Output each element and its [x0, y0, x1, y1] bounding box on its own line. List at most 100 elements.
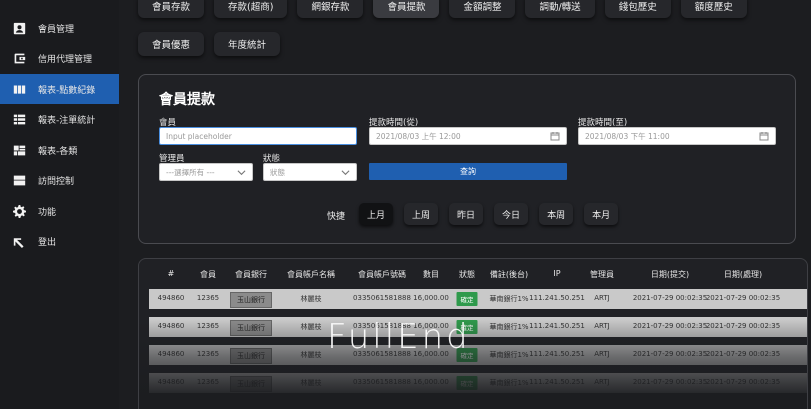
sidebar-item-label: 報表-注單統計 — [38, 116, 96, 126]
column-header[interactable]: 狀態 — [459, 269, 475, 280]
column-header[interactable]: 會員帳戶號碼 — [358, 269, 406, 280]
quick-button-5[interactable]: 本月 — [584, 203, 619, 225]
table-cell: 111.241.50.251 — [529, 378, 585, 386]
sidebar-item-access-control[interactable]: 訪問控制 — [0, 166, 119, 196]
status-select-value: 狀態 — [270, 167, 285, 177]
tab-row1-6[interactable]: 錢包歷史 — [604, 0, 671, 18]
sidebar-item-points-report[interactable]: 報表-點數紀錄 — [0, 74, 119, 104]
manager-select-value: ---選擇所有 --- — [166, 167, 215, 177]
sidebar-item-misc-report[interactable]: 報表-各類 — [0, 135, 119, 165]
tab-row1-4[interactable]: 金額調整 — [449, 0, 516, 18]
column-header[interactable]: 會員 — [200, 269, 216, 280]
withdrawal-filter-card: 會員提款 會員 Input placeholder 提款時間(從) 2021/0… — [138, 74, 796, 244]
column-header[interactable]: 日期(處理) — [724, 269, 762, 280]
tab-row1-7[interactable]: 額度歷史 — [680, 0, 747, 18]
table-cell: ARTJ — [594, 378, 610, 386]
quick-button-4[interactable]: 本周 — [539, 203, 574, 225]
grid-icon — [12, 143, 26, 157]
table-cell: 林麗枝 — [300, 351, 322, 359]
column-header[interactable]: # — [168, 269, 175, 278]
quick-select-label: 快捷 — [327, 212, 346, 222]
table-row[interactable]: 494860 12365 玉山銀行 林麗枝 0335061581888 16,000.00… — [149, 373, 807, 393]
table-cell: 111.241.50.251 — [529, 350, 585, 358]
tab-row2-1[interactable]: 年度統計 — [214, 32, 281, 56]
table-cell: 0335061581888 — [353, 294, 411, 302]
column-header[interactable]: 備註(後台) — [490, 269, 528, 280]
quick-button-0[interactable]: 上月 — [359, 203, 394, 225]
quick-button-2[interactable]: 昨日 — [449, 203, 484, 225]
table-cell: 494860 — [157, 378, 185, 386]
wallet-icon — [12, 52, 26, 66]
table-cell: 12365 — [196, 378, 220, 386]
column-header[interactable]: 會員帳戶名稱 — [287, 269, 335, 280]
tab-row1-1[interactable]: 存款(超商) — [214, 0, 288, 18]
table-cell: ARTJ — [594, 322, 610, 330]
table-cell: 12365 — [196, 322, 220, 330]
page-title: 會員提款 — [159, 92, 215, 108]
tab-row: 會員優惠 年度統計 — [138, 32, 811, 56]
status-select[interactable]: 狀態 — [263, 163, 357, 181]
tab-bar: 會員存款 存款(超商) 網銀存款 會員提款 金額調整 調動/轉送 錢包歷史 額度歷史 會員優惠… — [138, 0, 811, 70]
query-button[interactable]: 查詢 — [369, 163, 567, 180]
sidebar-item-credit-agent[interactable]: 信用代理管理 — [0, 44, 119, 74]
bank-badge: 玉山銀行 — [230, 320, 272, 336]
table-cell: 2021-07-29 00:02:35 — [705, 322, 781, 330]
table-cell: 111.241.50.251 — [529, 294, 585, 302]
chevron-down-icon — [237, 170, 246, 176]
sidebar-item-label: 登出 — [38, 238, 57, 248]
sidebar-item-logout[interactable]: 登出 — [0, 227, 119, 257]
watermark-text: FullEnd — [327, 317, 471, 357]
end-time-value: 2021/08/03 下午 11:00 — [585, 131, 670, 141]
manager-select[interactable]: ---選擇所有 --- — [159, 163, 253, 181]
start-time-picker[interactable]: 2021/08/03 上午 12:00 — [369, 127, 567, 145]
table-cell: 林麗枝 — [300, 295, 322, 303]
withdrawal-table: # 會員 會員銀行 會員帳戶名稱 會員帳戶號碼 數目 狀態 備註(後台) IP 管理員 日期(提交)… — [138, 258, 808, 409]
table-row[interactable]: 494860 12365 玉山銀行 林麗枝 0335061581888 16,000.00… — [149, 289, 807, 309]
sidebar-item-member-management[interactable]: 會員管理 — [0, 13, 119, 43]
quick-button-3[interactable]: 今日 — [494, 203, 529, 225]
tab-row2-0[interactable]: 會員優惠 — [138, 32, 205, 56]
sidebar-item-functions[interactable]: 功能 — [0, 196, 119, 226]
bank-badge: 玉山銀行 — [230, 348, 272, 364]
tab-row1-5[interactable]: 調動/轉送 — [525, 0, 595, 18]
table-cell: 12365 — [196, 294, 220, 302]
table-cell: 華南銀行1% — [489, 295, 529, 303]
tab-row1-2[interactable]: 網銀存款 — [297, 0, 364, 18]
tab-row1-0[interactable]: 會員存款 — [138, 0, 205, 18]
tab-row: 會員存款 存款(超商) 網銀存款 會員提款 金額調整 調動/轉送 錢包歷史 額度歷史 — [138, 0, 811, 18]
column-header[interactable]: 日期(提交) — [651, 269, 689, 280]
sidebar: 會員管理 信用代理管理 報表-點數紀錄 報表-注單統計 報表-各類 訪問控制 功… — [0, 0, 119, 409]
sidebar-item-label: 訪問控制 — [38, 177, 75, 187]
table-cell: 494860 — [157, 294, 185, 302]
table-cell: 2021-07-29 00:02:35 — [632, 294, 708, 302]
logout-arrow-icon — [12, 235, 26, 249]
table-cell: 2021-07-29 00:02:35 — [632, 322, 708, 330]
table-row[interactable]: 494860 12365 玉山銀行 林麗枝 0335061581888 16,000.00… — [149, 345, 807, 365]
table-cell: 0335061581888 — [353, 378, 411, 386]
quick-button-1[interactable]: 上周 — [404, 203, 439, 225]
column-header[interactable]: IP — [553, 269, 560, 278]
table-cell: 華南銀行1% — [489, 323, 529, 331]
table-cell: 12365 — [196, 350, 220, 358]
column-header[interactable]: 數目 — [423, 269, 439, 280]
sidebar-item-label: 功能 — [38, 207, 57, 218]
columns-icon — [12, 82, 26, 96]
sidebar-item-label: 報表-各類 — [38, 146, 78, 157]
column-header[interactable]: 會員銀行 — [235, 269, 267, 280]
bank-badge: 玉山銀行 — [230, 376, 272, 392]
table-cell: 2021-07-29 00:02:35 — [705, 294, 781, 302]
table-cell: 16,000.00 — [413, 378, 449, 386]
chevron-down-icon — [341, 170, 350, 176]
member-input[interactable]: Input placeholder — [159, 127, 357, 145]
window-icon — [12, 174, 26, 188]
tab-row1-3[interactable]: 會員提款 — [373, 0, 440, 18]
table-cell: 2021-07-29 00:02:35 — [632, 378, 708, 386]
column-header[interactable]: 管理員 — [590, 269, 614, 280]
list-icon — [12, 113, 26, 127]
table-row[interactable]: 494860 12365 玉山銀行 林麗枝 0335061581888 16,000.00… — [149, 317, 807, 337]
sidebar-item-bet-report[interactable]: 報表-注單統計 — [0, 105, 119, 135]
table-cell: ARTJ — [594, 294, 610, 302]
table-cell: 494860 — [157, 322, 185, 330]
bank-badge: 玉山銀行 — [230, 292, 272, 308]
end-time-picker[interactable]: 2021/08/03 下午 11:00 — [578, 127, 776, 145]
